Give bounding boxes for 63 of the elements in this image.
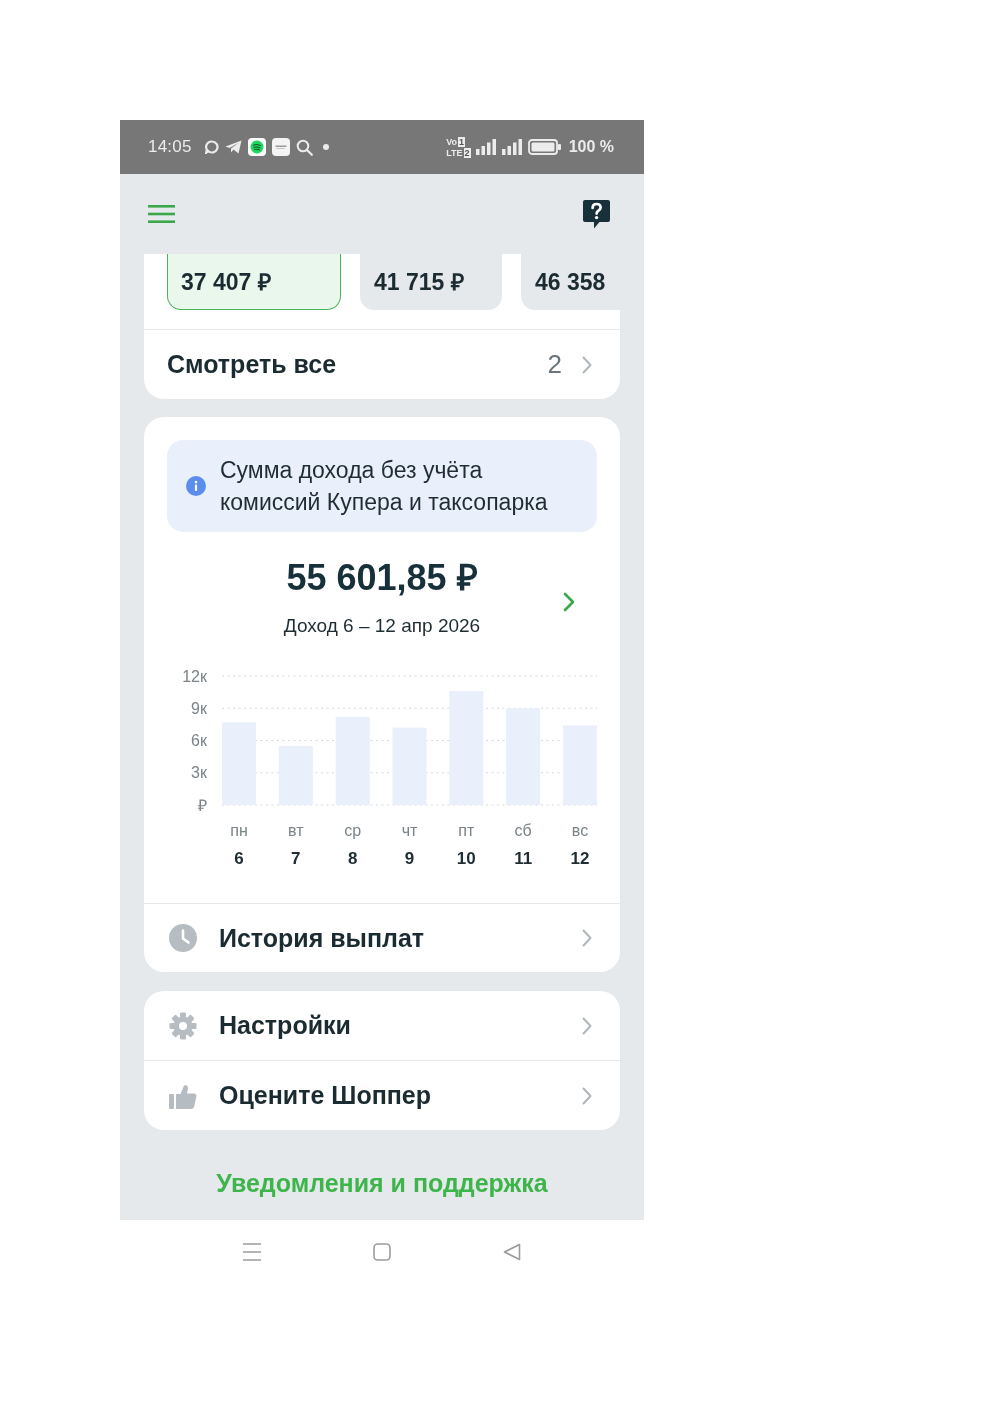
menu-label: Настройки: [219, 1011, 352, 1040]
info-text: Сумма дохода без учёта комиссий Купера и таксопарка: [220, 456, 549, 517]
clock-icon: [169, 924, 197, 952]
see-all-row[interactable]: Смотреть все 2: [144, 329, 620, 399]
week-earnings-tab[interactable]: 41 715 ₽: [360, 254, 502, 310]
search-icon: [295, 138, 313, 156]
menu-label: Оцените Шоппер: [219, 1081, 433, 1110]
signal-icon: [475, 139, 496, 155]
date-label: 9: [404, 848, 415, 868]
recent-apps-icon[interactable]: [243, 1243, 261, 1261]
see-all-label: Смотреть все: [167, 350, 338, 379]
axis-label: 3к: [191, 764, 207, 782]
network-type-label: LTE: [446, 147, 463, 158]
sim-slot-badge: 2: [463, 147, 471, 158]
date-label: 11: [514, 848, 533, 868]
status-time: 14:05: [148, 137, 192, 157]
payout-history-row[interactable]: История выплат: [144, 903, 620, 972]
network-type-label: Vo: [446, 136, 458, 147]
help-icon[interactable]: [583, 199, 610, 229]
chevron-icon: [582, 1016, 592, 1035]
menu-icon[interactable]: [148, 205, 175, 223]
app-icon: [271, 138, 290, 156]
weekday-label: чт: [401, 821, 418, 839]
date-label: 12: [570, 848, 590, 868]
round-app-icon: [247, 138, 266, 156]
week-earnings-tab[interactable]: 37 407 ₽: [167, 254, 341, 310]
chevron-icon[interactable]: [563, 591, 575, 612]
weekday-label: вс: [571, 821, 589, 839]
battery-percent: 100 %: [568, 138, 614, 156]
dot-icon: [322, 144, 329, 150]
menu-row[interactable]: Оцените Шоппер: [144, 1060, 620, 1130]
chevron-icon: [582, 1086, 592, 1105]
battery-icon: [527, 139, 561, 155]
weekday-label: сб: [514, 821, 532, 839]
chevron-icon: [582, 929, 592, 947]
weekday-label: пн: [230, 821, 248, 839]
sim-slot-badge: 1: [458, 136, 466, 147]
back-icon[interactable]: [503, 1243, 521, 1261]
income-bar: [278, 745, 313, 805]
date-label: 10: [456, 848, 476, 868]
gear-icon: [169, 1011, 197, 1040]
weekday-label: вт: [288, 821, 304, 839]
week-earnings-tab[interactable]: 46 358: [521, 254, 620, 310]
date-label: 6: [234, 848, 244, 868]
info-icon: [186, 476, 206, 496]
signal-icon: [501, 139, 522, 155]
income-total: 55 601,85 ₽: [285, 556, 479, 600]
chevron-icon: [582, 355, 592, 374]
home-icon[interactable]: [373, 1243, 391, 1261]
weekday-label: пт: [458, 821, 475, 839]
axis-label: 9к: [191, 699, 207, 717]
paper-plane-icon: [224, 140, 242, 154]
weekday-label: ср: [344, 821, 362, 839]
axis-label: ₽: [198, 796, 207, 814]
date-label: 8: [347, 848, 358, 868]
date-label: 7: [291, 848, 301, 868]
chat-bubble-icon: [204, 140, 219, 154]
count-label: 2: [547, 349, 562, 380]
axis-label: 6к: [191, 732, 207, 749]
payout-history-label: История выплат: [219, 923, 426, 953]
menu-row[interactable]: Настройки: [144, 991, 620, 1060]
income-period: Доход 6 – 12 апр 2026: [283, 614, 481, 638]
axis-label: 12к: [182, 667, 207, 685]
